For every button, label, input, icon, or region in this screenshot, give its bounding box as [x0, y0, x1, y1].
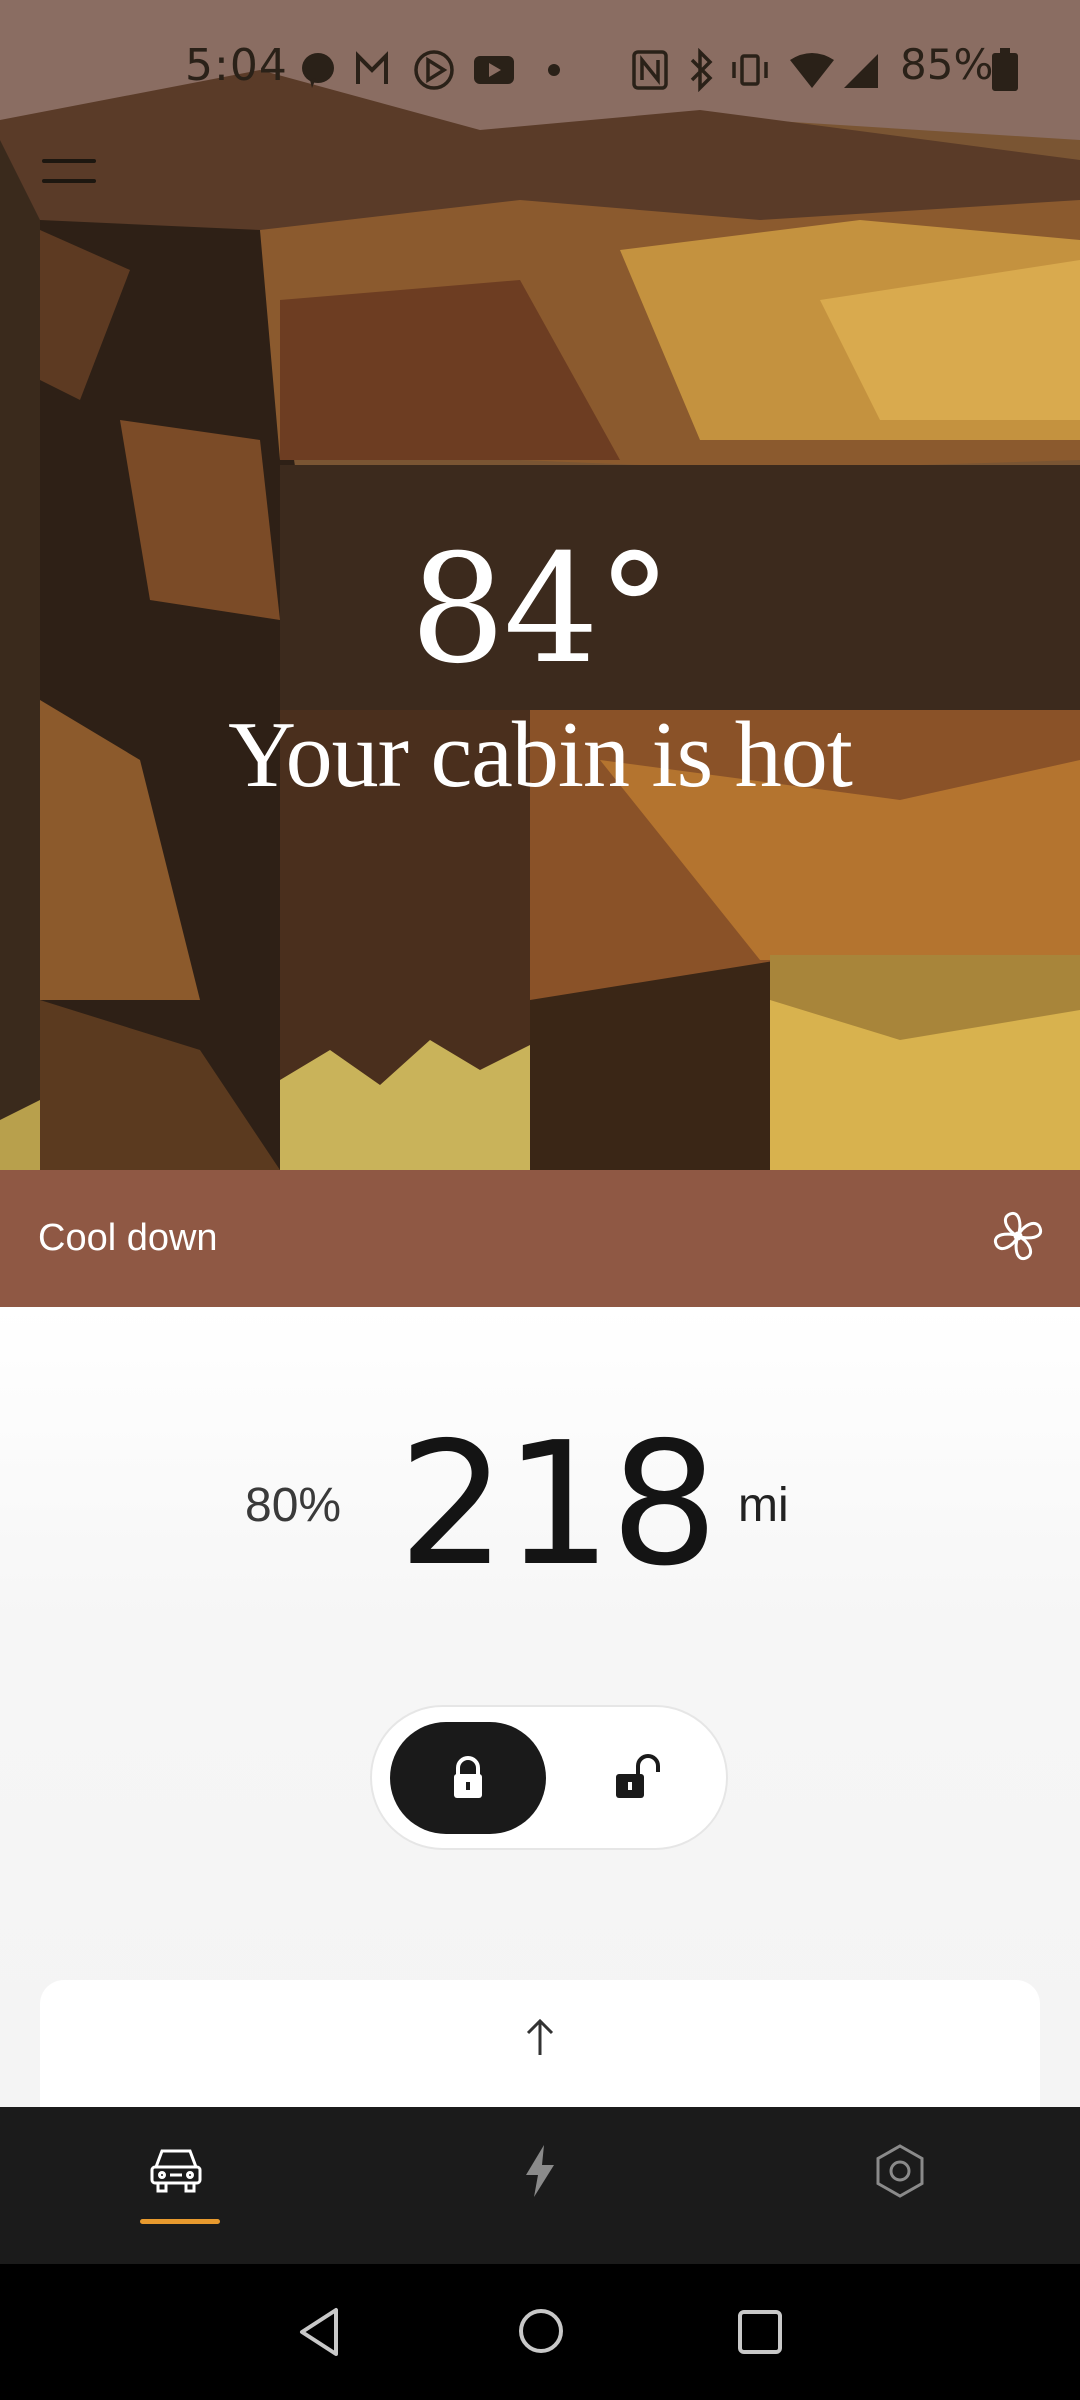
youtube-icon [474, 56, 514, 84]
messenger-icon [302, 53, 334, 88]
system-icons [632, 48, 878, 92]
battery-charge-percent: 80% [245, 1479, 342, 1532]
cabin-temperature: 84° [410, 523, 672, 697]
home-icon[interactable] [516, 2306, 566, 2356]
bluetooth-icon [690, 48, 713, 92]
signal-icon [844, 54, 878, 88]
battery-percent: 85% [900, 40, 994, 89]
range-value: 218 [398, 1406, 718, 1604]
lock-toggle [370, 1705, 728, 1850]
media-icon [414, 50, 454, 90]
battery-icon [992, 48, 1018, 91]
cool-down-button[interactable]: Cool down [0, 1170, 1080, 1307]
vibrate-icon [732, 54, 768, 86]
unlock-button[interactable] [572, 1722, 708, 1834]
lock-icon [454, 1756, 482, 1798]
recents-icon[interactable] [736, 2308, 784, 2356]
system-navigation-bar [0, 2264, 1080, 2400]
charging-bolt-icon [526, 2145, 554, 2197]
menu-icon-line [42, 179, 96, 183]
back-icon[interactable] [296, 2306, 344, 2358]
settings-hex-icon [876, 2144, 924, 2198]
range-unit: mi [738, 1479, 789, 1532]
nav-vehicle[interactable] [80, 2107, 280, 2264]
nav-settings[interactable] [800, 2107, 1000, 2264]
wifi-icon [790, 53, 834, 88]
status-time: 5:04 [185, 40, 288, 91]
nav-charging[interactable] [440, 2107, 640, 2264]
cabin-status-message: Your cabin is hot [228, 703, 853, 807]
fan-icon [993, 1211, 1043, 1261]
car-icon [150, 2149, 202, 2193]
nfc-icon [632, 50, 668, 90]
bottom-navigation [0, 2107, 1080, 2264]
hero-image: 5:04 85% 84° Your cabin is hot [0, 0, 1080, 1170]
menu-icon-line [42, 159, 96, 163]
active-tab-indicator [140, 2219, 220, 2224]
cool-down-label: Cool down [38, 1217, 218, 1259]
menu-button[interactable] [30, 145, 110, 197]
unlock-icon [616, 1754, 660, 1798]
status-bar: 5:04 85% [0, 30, 1080, 110]
notification-icons [302, 50, 560, 90]
dot-icon [548, 64, 560, 76]
gmail-icon [356, 51, 388, 84]
lock-button[interactable] [390, 1722, 546, 1834]
arrow-up-icon [526, 2018, 554, 2055]
